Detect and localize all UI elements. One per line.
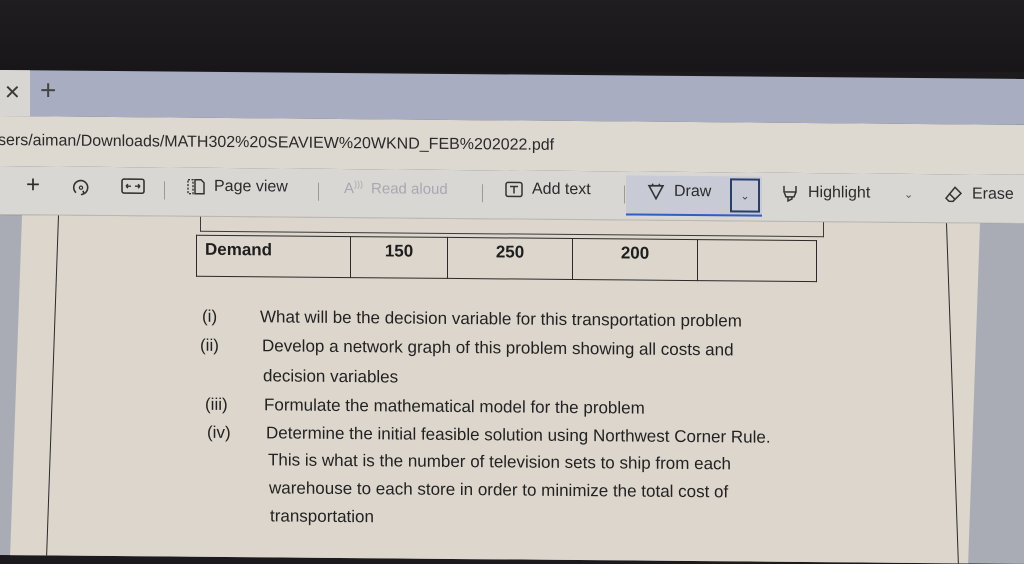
demand-table: Demand 150 250 200 <box>196 235 817 282</box>
close-icon[interactable]: ✕ <box>4 80 21 105</box>
question-number: (ii) <box>200 335 219 355</box>
question-text: Determine the initial feasible solution … <box>266 423 771 447</box>
question-text: warehouse to each store in order to mini… <box>269 478 729 502</box>
add-text-label: Add text <box>532 180 591 199</box>
question-text: decision variables <box>263 366 399 387</box>
demand-cell: 200 <box>572 238 698 281</box>
highlighter-icon <box>783 185 797 203</box>
draw-button[interactable]: Draw <box>646 182 711 203</box>
text-box-icon <box>505 181 523 198</box>
pdf-viewer: Demand 150 250 200 (i) What will be the … <box>0 215 1024 564</box>
toolbar-divider <box>164 181 165 200</box>
toolbar-divider <box>482 184 483 203</box>
question-number: (i) <box>202 306 218 326</box>
url-text[interactable]: sers/aiman/Downloads/MATH302%20SEAVIEW%2… <box>0 132 554 155</box>
plus-icon[interactable]: + <box>26 171 40 199</box>
question-text: Develop a network graph of this problem … <box>262 336 734 360</box>
demand-label-cell: Demand <box>196 235 351 278</box>
toolbar-divider <box>624 185 625 204</box>
question-number: (iv) <box>207 422 231 443</box>
table-row: Demand 150 250 200 <box>196 235 817 282</box>
question-text: This is what is the number of television… <box>268 450 731 474</box>
active-tab[interactable]: ✕ <box>0 70 30 117</box>
highlight-button[interactable]: Highlight <box>780 183 870 204</box>
draw-label: Draw <box>674 182 712 201</box>
fit-width-icon <box>121 178 145 195</box>
browser-window: ✕ + sers/aiman/Downloads/MATH302%20SEAVI… <box>0 70 1024 564</box>
erase-label: Erase <box>972 185 1014 203</box>
address-bar[interactable]: sers/aiman/Downloads/MATH302%20SEAVIEW%2… <box>0 116 1024 175</box>
read-aloud-icon: A))) <box>344 179 364 198</box>
demand-cell: 150 <box>350 236 448 279</box>
highlight-label: Highlight <box>808 184 871 202</box>
read-aloud-label: Read aloud <box>371 179 448 198</box>
page-view-button[interactable]: Page view <box>186 178 288 197</box>
question-text: Formulate the mathematical model for the… <box>264 395 645 418</box>
rotate-button[interactable] <box>70 177 92 199</box>
page-content: Demand 150 250 200 (i) What will be the … <box>0 215 1024 564</box>
question-text: transportation <box>270 506 374 527</box>
new-tab-button[interactable]: + <box>40 74 56 106</box>
toolbar-divider <box>318 182 319 201</box>
rotate-icon <box>72 179 89 196</box>
monitor-bezel <box>0 0 1024 72</box>
question-number: (iii) <box>205 394 228 414</box>
erase-button[interactable]: Erase <box>944 184 1014 205</box>
page-view-icon <box>187 178 205 195</box>
highlight-dropdown-button[interactable]: ⌄ <box>904 188 913 201</box>
fit-width-button[interactable] <box>120 177 146 195</box>
demand-cell <box>697 239 817 282</box>
page-view-label: Page view <box>214 177 288 196</box>
chevron-down-icon: ⌄ <box>904 188 914 201</box>
question-text: What will be the decision variable for t… <box>260 307 742 331</box>
pen-icon <box>647 183 665 201</box>
eraser-icon <box>944 186 963 203</box>
demand-cell: 250 <box>447 237 573 280</box>
read-aloud-button[interactable]: A))) Read aloud <box>344 179 448 198</box>
pdf-toolbar: + Page view A))) Read aloud Add text Dra… <box>0 166 1024 224</box>
add-text-button[interactable]: Add text <box>504 180 591 199</box>
chevron-down-icon: ⌄ <box>740 189 750 203</box>
draw-dropdown-button[interactable]: ⌄ <box>730 178 760 213</box>
